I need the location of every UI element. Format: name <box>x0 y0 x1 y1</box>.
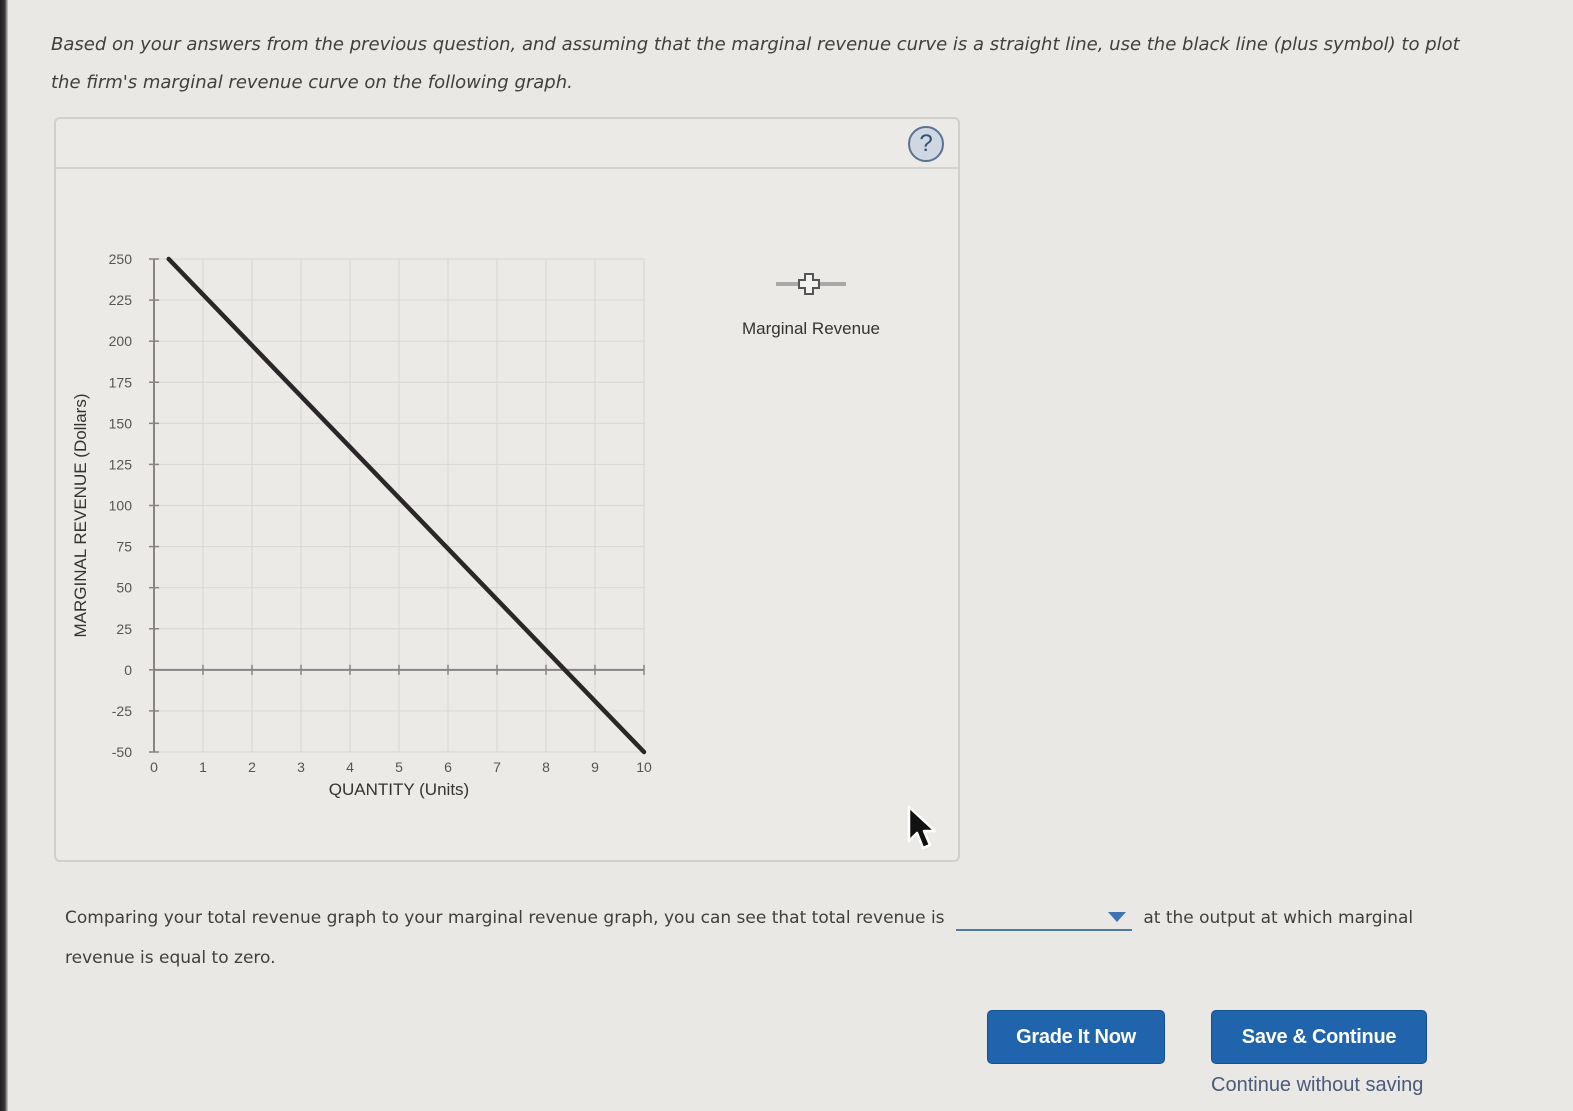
y-tick-label: 50 <box>116 580 132 596</box>
x-tick-label: 3 <box>297 759 305 775</box>
x-tick-label: 2 <box>248 759 256 775</box>
total-revenue-dropdown[interactable] <box>955 905 1132 931</box>
y-tick-label: 125 <box>109 456 133 472</box>
screen-bezel <box>0 0 8 1111</box>
x-tick-label: 4 <box>346 759 354 775</box>
x-tick-label: 8 <box>542 759 550 775</box>
grade-it-now-button[interactable]: Grade It Now <box>987 1010 1165 1064</box>
y-tick-label: 250 <box>109 251 133 267</box>
y-tick-label: 225 <box>109 292 133 308</box>
legend-label: Marginal Revenue <box>742 319 880 338</box>
chart-tick-labels: -50 -25 0 25 50 75 100 125 150 175 200 225 250 0 1 2 3 4 5… <box>109 251 652 775</box>
y-tick-label: 25 <box>116 621 132 637</box>
save-and-continue-button[interactable]: Save & Continue <box>1211 1010 1427 1064</box>
y-tick-label: 175 <box>109 374 133 390</box>
y-tick-label: -50 <box>112 744 132 760</box>
y-tick-label: 200 <box>109 333 133 349</box>
mouse-cursor-icon <box>907 805 937 850</box>
continue-without-saving-link[interactable]: Continue without saving <box>1211 1074 1423 1097</box>
instructions-text: Based on your answers from the previous … <box>51 34 1460 93</box>
x-axis-label: QUANTITY (Units) <box>329 780 469 799</box>
y-tick-label: 0 <box>124 662 132 678</box>
chevron-down-icon <box>1107 912 1126 922</box>
x-tick-label: 9 <box>591 759 599 775</box>
y-tick-label: 150 <box>109 415 133 431</box>
question-2-text-before: Comparing your total revenue graph to yo… <box>65 908 945 928</box>
y-axis-label: MARGINAL REVENUE (Dollars) <box>71 393 90 637</box>
x-tick-label: 10 <box>636 759 652 775</box>
x-tick-label: 0 <box>150 759 158 775</box>
graph-panel: ? -50 -25 0 25 50 75 100 125 150 175 200 225 250 0 1 2 3… <box>54 117 960 862</box>
x-tick-label: 6 <box>444 759 452 775</box>
y-tick-label: 75 <box>116 539 132 555</box>
legend: Marginal Revenue <box>736 269 886 339</box>
question-2: Comparing your total revenue graph to yo… <box>65 898 1465 978</box>
x-tick-label: 5 <box>395 759 403 775</box>
x-tick-label: 1 <box>199 759 207 775</box>
x-tick-label: 7 <box>493 759 501 775</box>
marginal-revenue-chart[interactable]: -50 -25 0 25 50 75 100 125 150 175 200 225 250 0 1 2 3 4 5… <box>56 119 958 860</box>
y-tick-label: -25 <box>112 703 132 719</box>
plus-marker-icon[interactable] <box>771 269 851 299</box>
y-tick-label: 100 <box>109 498 133 514</box>
